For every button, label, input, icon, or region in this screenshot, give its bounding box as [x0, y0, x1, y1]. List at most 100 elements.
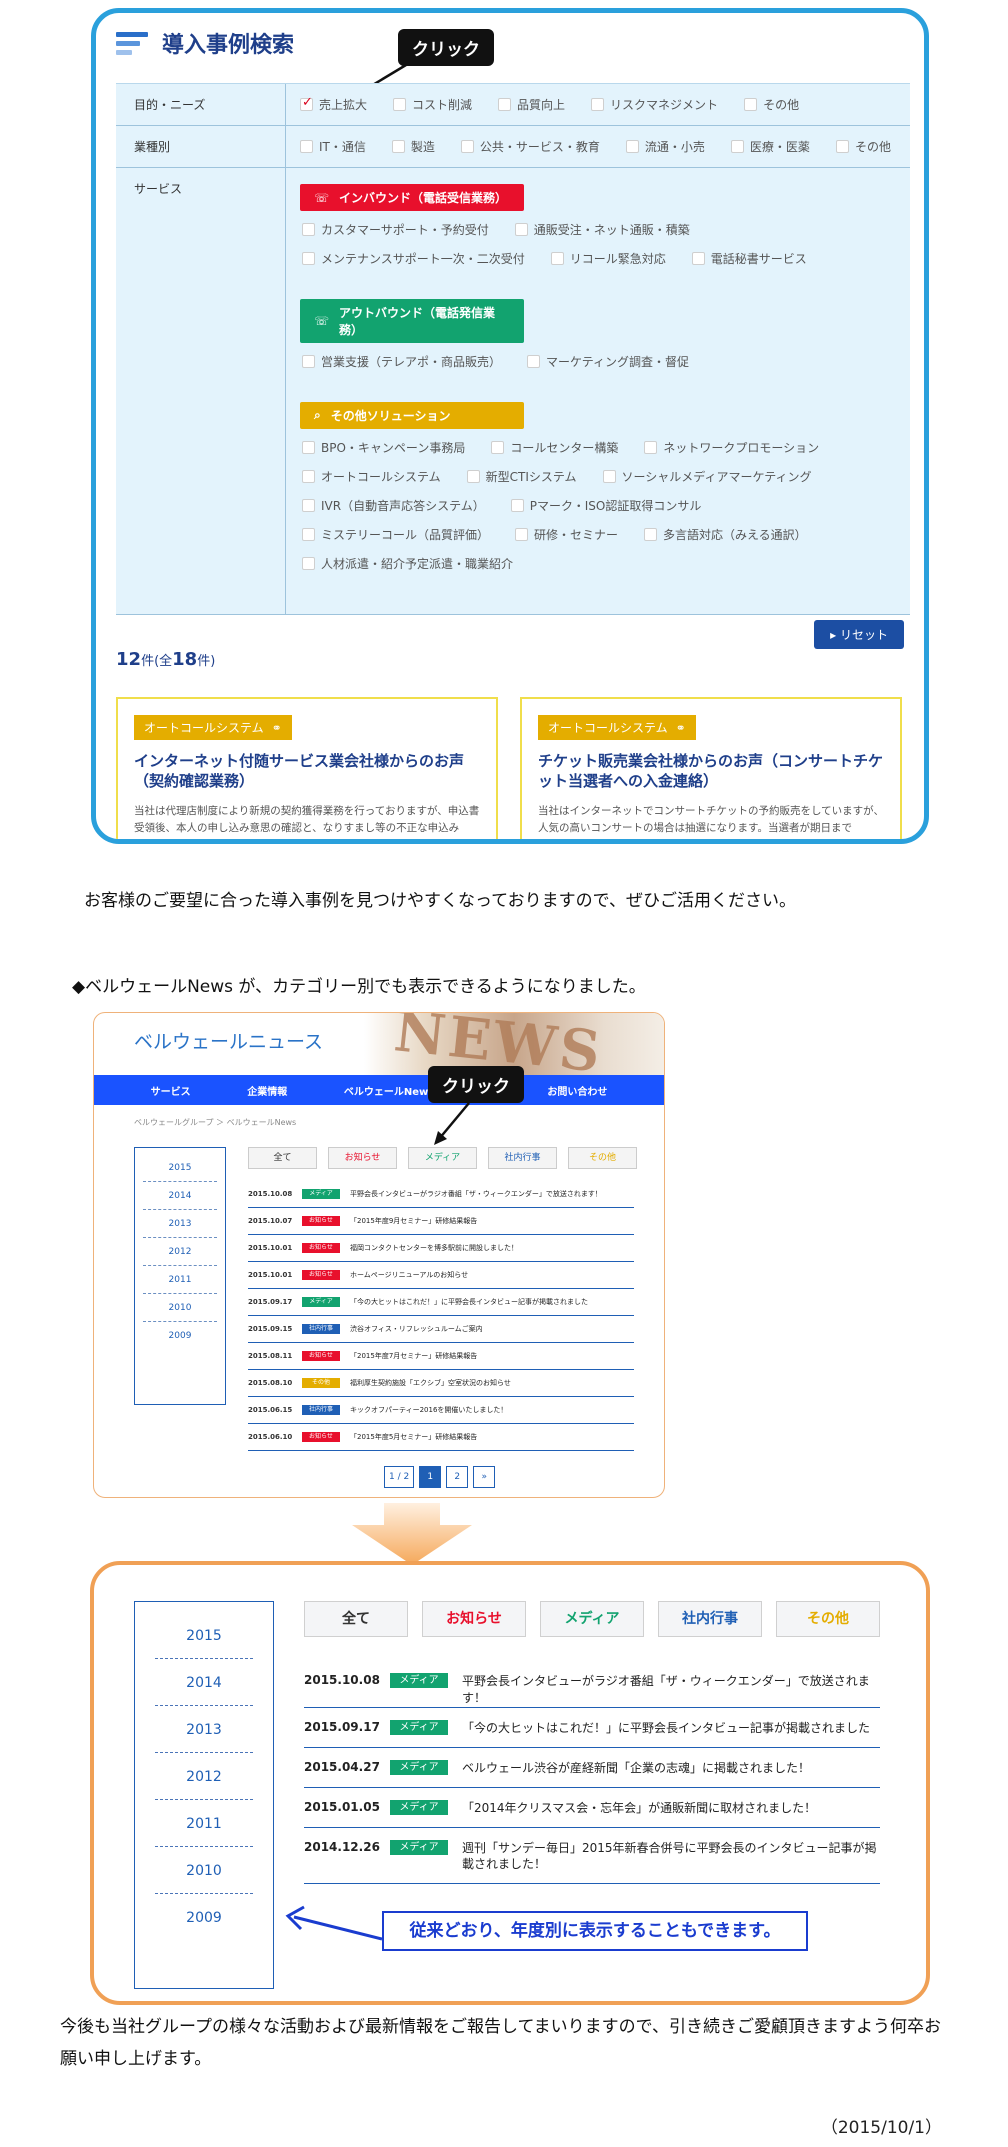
news-title[interactable]: 「2015年度5月セミナー」研修結果報告 [350, 1432, 477, 1442]
category-tab[interactable]: メディア [540, 1601, 644, 1637]
year-link[interactable]: 2012 [155, 1753, 253, 1800]
year-link[interactable]: 2014 [155, 1659, 253, 1706]
checkbox-box[interactable] [466, 470, 480, 483]
news-row[interactable]: 2015.10.08 メディア 平野会長インタビューがラジオ番組「ザ・ウィークエンダ… [248, 1181, 634, 1208]
news-title[interactable]: 福利厚生契約施設「エクシブ」空室状況のお知らせ [350, 1378, 511, 1388]
filter-checkbox[interactable]: 製造 [391, 138, 435, 155]
filter-checkbox[interactable]: Pマーク・ISO認証取得コンサル [510, 497, 701, 514]
filter-checkbox[interactable]: 営業支援（テレアポ・商品販売） [302, 353, 501, 370]
checkbox-box[interactable] [302, 470, 315, 483]
category-tab[interactable]: 全て [304, 1601, 408, 1637]
news-row[interactable]: 2015.10.08 メディア 平野会長インタビューがラジオ番組「ザ・ウィークエンダ… [304, 1661, 880, 1708]
news-row[interactable]: 2015.06.15 社内行事 キックオフパーティー2016を開催いたしました！ [248, 1397, 634, 1424]
news-title[interactable]: 福岡コンタクトセンターを博多駅前に開設しました！ [350, 1243, 518, 1253]
filter-checkbox[interactable]: 医療・医薬 [730, 138, 810, 155]
category-tab[interactable]: その他 [568, 1147, 637, 1169]
checkbox-box[interactable] [644, 528, 658, 541]
news-row[interactable]: 2015.09.15 社内行事 渋谷オフィス・リフレッシュルームご案内 [248, 1316, 634, 1343]
news-row[interactable]: 2015.09.17 メディア 「今の大ヒットはこれだ！」に平野会長インタビュー記事… [248, 1289, 634, 1316]
news-title[interactable]: 渋谷オフィス・リフレッシュルームご案内 [350, 1324, 483, 1334]
checkbox-box[interactable] [498, 98, 512, 111]
filter-checkbox[interactable]: 通販受注・ネット通販・積築 [514, 221, 690, 238]
case-card[interactable]: オートコールシステム ⚭ インターネット付随サービス業会社様からのお声（契約確認業… [116, 697, 498, 839]
filter-checkbox[interactable]: コスト削減 [393, 96, 472, 113]
checkbox-box[interactable] [515, 528, 529, 541]
pager-item[interactable]: 1 [419, 1466, 442, 1488]
filter-checkbox[interactable]: BPO・キャンペーン事務局 [302, 439, 465, 456]
news-title[interactable]: キックオフパーティー2016を開催いたしました！ [350, 1405, 507, 1415]
year-link[interactable]: 2013 [155, 1706, 253, 1753]
category-tab[interactable]: 社内行事 [488, 1147, 557, 1169]
category-tab[interactable]: 社内行事 [658, 1601, 762, 1637]
pager-item[interactable]: 1 / 2 [384, 1466, 415, 1488]
nav-item[interactable]: 企業情報 [247, 1083, 287, 1098]
news-title[interactable]: 「今の大ヒットはこれだ！」に平野会長インタビュー記事が掲載されました [462, 1720, 870, 1737]
filter-checkbox[interactable]: ネットワークプロモーション [644, 439, 819, 456]
checkbox-box[interactable] [691, 252, 705, 265]
news-title[interactable]: 「今の大ヒットはこれだ！」に平野会長インタビュー記事が掲載されました [350, 1297, 588, 1307]
nav-item[interactable]: ベルウェールNews [344, 1083, 434, 1098]
checkbox-box[interactable] [302, 557, 315, 570]
news-title[interactable]: ホームページリニューアルのお知らせ [350, 1270, 468, 1280]
checkbox-box[interactable] [302, 441, 315, 454]
category-tab[interactable]: 全て [248, 1147, 317, 1169]
filter-checkbox[interactable]: リスクマネジメント [591, 96, 718, 113]
news-row[interactable]: 2015.06.10 お知らせ 「2015年度5月セミナー」研修結果報告 [248, 1424, 634, 1451]
filter-checkbox[interactable]: 品質向上 [498, 96, 565, 113]
year-link[interactable]: 2014 [143, 1182, 217, 1210]
checkbox-box[interactable] [302, 252, 315, 265]
pager-item[interactable]: 2 [446, 1466, 469, 1488]
checkbox-box[interactable] [730, 140, 744, 153]
filter-checkbox[interactable]: オートコールシステム [302, 468, 441, 485]
checkbox-box[interactable] [302, 223, 315, 236]
news-row[interactable]: 2015.10.01 お知らせ 福岡コンタクトセンターを博多駅前に開設しました！ [248, 1235, 634, 1262]
category-tab[interactable]: メディア [408, 1147, 477, 1169]
checkbox-box[interactable] [302, 499, 315, 512]
year-link[interactable]: 2010 [143, 1294, 217, 1322]
checkbox-box[interactable] [302, 528, 315, 541]
checkbox-box[interactable] [491, 441, 505, 454]
news-row[interactable]: 2015.10.01 お知らせ ホームページリニューアルのお知らせ [248, 1262, 634, 1289]
year-link[interactable]: 2015 [155, 1612, 253, 1659]
filter-checkbox[interactable]: 電話秘書サービス [691, 250, 807, 267]
year-link[interactable]: 2010 [155, 1847, 253, 1894]
news-row[interactable]: 2015.08.11 お知らせ 「2015年度7月セミナー」研修結果報告 [248, 1343, 634, 1370]
checkbox-box[interactable] [460, 140, 474, 153]
filter-checkbox[interactable]: コールセンター構築 [491, 439, 618, 456]
news-title[interactable]: 「2015年度9月セミナー」研修結果報告 [350, 1216, 477, 1226]
news-title[interactable]: 平野会長インタビューがラジオ番組「ザ・ウィークエンダー」で放送されます！ [350, 1189, 602, 1199]
news-row[interactable]: 2014.12.26 メディア 週刊「サンデー毎日」2015年新春合併号に平野会長の… [304, 1828, 880, 1884]
news-title[interactable]: 「2014年クリスマス会・忘年会」が通販新聞に取材されました！ [462, 1800, 816, 1817]
filter-checkbox[interactable]: 売上拡大 [300, 95, 367, 113]
filter-checkbox[interactable]: IT・通信 [300, 138, 366, 155]
nav-item[interactable]: お問い合わせ [547, 1083, 607, 1098]
year-link[interactable]: 2009 [155, 1894, 253, 1940]
pager-item[interactable]: » [473, 1466, 496, 1488]
year-link[interactable]: 2012 [143, 1238, 217, 1266]
case-caption[interactable]: インターネット付随サービス業会社様からのお声（契約確認業務） [134, 752, 480, 791]
reset-button[interactable]: ▸ リセット [814, 620, 904, 649]
category-tab[interactable]: お知らせ [422, 1601, 526, 1637]
news-title[interactable]: 週刊「サンデー毎日」2015年新春合併号に平野会長のインタビュー記事が掲載されま… [462, 1840, 880, 1874]
category-tab[interactable]: その他 [776, 1601, 880, 1637]
case-caption[interactable]: チケット販売業会社様からのお声（コンサートチケット当選者への入金連絡） [538, 752, 884, 791]
checkbox-box[interactable] [300, 95, 313, 111]
news-row[interactable]: 2015.09.17 メディア 「今の大ヒットはこれだ！」に平野会長インタビュー記事… [304, 1708, 880, 1748]
filter-checkbox[interactable]: IVR（自動音声応答システム） [302, 497, 485, 514]
checkbox-box[interactable] [300, 140, 313, 153]
filter-checkbox[interactable]: 新型CTIシステム [466, 468, 577, 485]
checkbox-box[interactable] [510, 499, 524, 512]
filter-checkbox[interactable]: リコール緊急対応 [550, 250, 666, 267]
filter-checkbox[interactable]: ミステリーコール（品質評価） [302, 526, 489, 543]
checkbox-box[interactable] [527, 355, 541, 368]
filter-checkbox[interactable]: その他 [835, 138, 891, 155]
checkbox-box[interactable] [625, 140, 639, 153]
news-title[interactable]: ベルウェール渋谷が産経新聞「企業の志魂」に掲載されました！ [462, 1760, 810, 1777]
year-link[interactable]: 2015 [143, 1154, 217, 1182]
checkbox-box[interactable] [514, 223, 528, 236]
checkbox-box[interactable] [393, 98, 407, 111]
news-row[interactable]: 2015.10.07 お知らせ 「2015年度9月セミナー」研修結果報告 [248, 1208, 634, 1235]
year-link[interactable]: 2011 [155, 1800, 253, 1847]
checkbox-box[interactable] [744, 98, 758, 111]
checkbox-box[interactable] [835, 140, 849, 153]
